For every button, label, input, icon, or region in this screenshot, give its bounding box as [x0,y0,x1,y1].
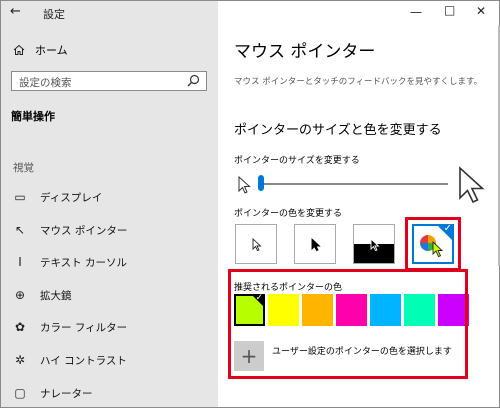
sidebar-item-text-cursor[interactable]: I テキスト カーソル [1,251,218,273]
narrator-icon: ▢ [14,386,26,400]
sidebar-item-label: マウス ポインター [40,224,128,237]
sidebar-item-label: ナレーター [40,387,93,400]
home-label: ホーム [35,44,68,57]
display-icon: ▭ [14,190,26,204]
mouse-pointer-icon: ↖ [14,223,26,237]
size-slider-track[interactable] [262,183,448,185]
high-contrast-icon: ✲ [14,353,26,367]
black-pointer-icon [311,238,321,252]
sidebar-item-magnifier[interactable]: ⊕ 拡大鏡 [1,284,218,306]
inverted-pointer-icon [370,238,380,252]
sidebar-item-label: テキスト カーソル [40,256,128,269]
home-icon [13,44,25,55]
sidebar-item-label: 拡大鏡 [40,289,72,302]
sidebar-item-mouse-pointer[interactable]: ↖ マウス ポインター [1,219,218,241]
size-label: ポインターのサイズを変更する [234,156,360,166]
large-pointer-icon [459,166,485,204]
sidebar-item-high-contrast[interactable]: ✲ ハイ コントラスト [1,349,218,371]
size-slider-thumb[interactable] [258,175,264,191]
magnifier-icon: ⊕ [14,288,26,302]
sidebar: ← 設定 ホーム 設定の検索 簡単操作 視覚 ▭ ディスプレイ ↖ マウス ポイ… [1,1,218,407]
small-pointer-icon [238,176,251,194]
close-icon[interactable]: ✕ [476,4,486,18]
minimize-icon[interactable]: — [410,5,422,19]
back-arrow-icon[interactable]: ← [10,4,21,19]
text-cursor-icon: I [18,255,22,269]
pointer-color-inverted-button[interactable] [353,224,395,264]
sidebar-item-label: カラー フィルター [40,321,128,334]
color-filter-icon: ✿ [14,320,26,334]
pointer-color-black-button[interactable] [294,224,336,264]
search-placeholder: 設定の検索 [19,77,72,89]
search-input[interactable]: 設定の検索 [11,71,207,91]
section-title: 簡単操作 [11,110,55,123]
sidebar-item-label: ハイ コントラスト [40,354,127,367]
category-label: 視覚 [13,162,34,174]
page-title: マウス ポインター [234,42,376,62]
white-pointer-icon [252,238,262,252]
section-heading: ポインターのサイズと色を変更する [234,123,442,138]
home-link[interactable]: ホーム [13,42,68,58]
sidebar-item-display[interactable]: ▭ ディスプレイ [1,186,218,208]
page-description: マウス ポインターとタッチのフィードバックを見やすくします。 [234,77,483,87]
recommended-colors-highlight [228,269,468,379]
search-icon [187,74,200,87]
custom-option-highlight [405,217,461,271]
sidebar-item-label: ディスプレイ [40,191,103,204]
maximize-icon[interactable]: □ [444,3,455,17]
pointer-color-white-button[interactable] [235,224,277,264]
window-title: 設定 [43,8,65,21]
sidebar-item-narrator[interactable]: ▢ ナレーター [1,382,218,404]
color-label: ポインターの色を変更する [234,209,343,219]
main-content: — □ ✕ マウス ポインター マウス ポインターとタッチのフィードバックを見や… [218,1,498,407]
sidebar-item-color-filter[interactable]: ✿ カラー フィルター [1,316,218,338]
